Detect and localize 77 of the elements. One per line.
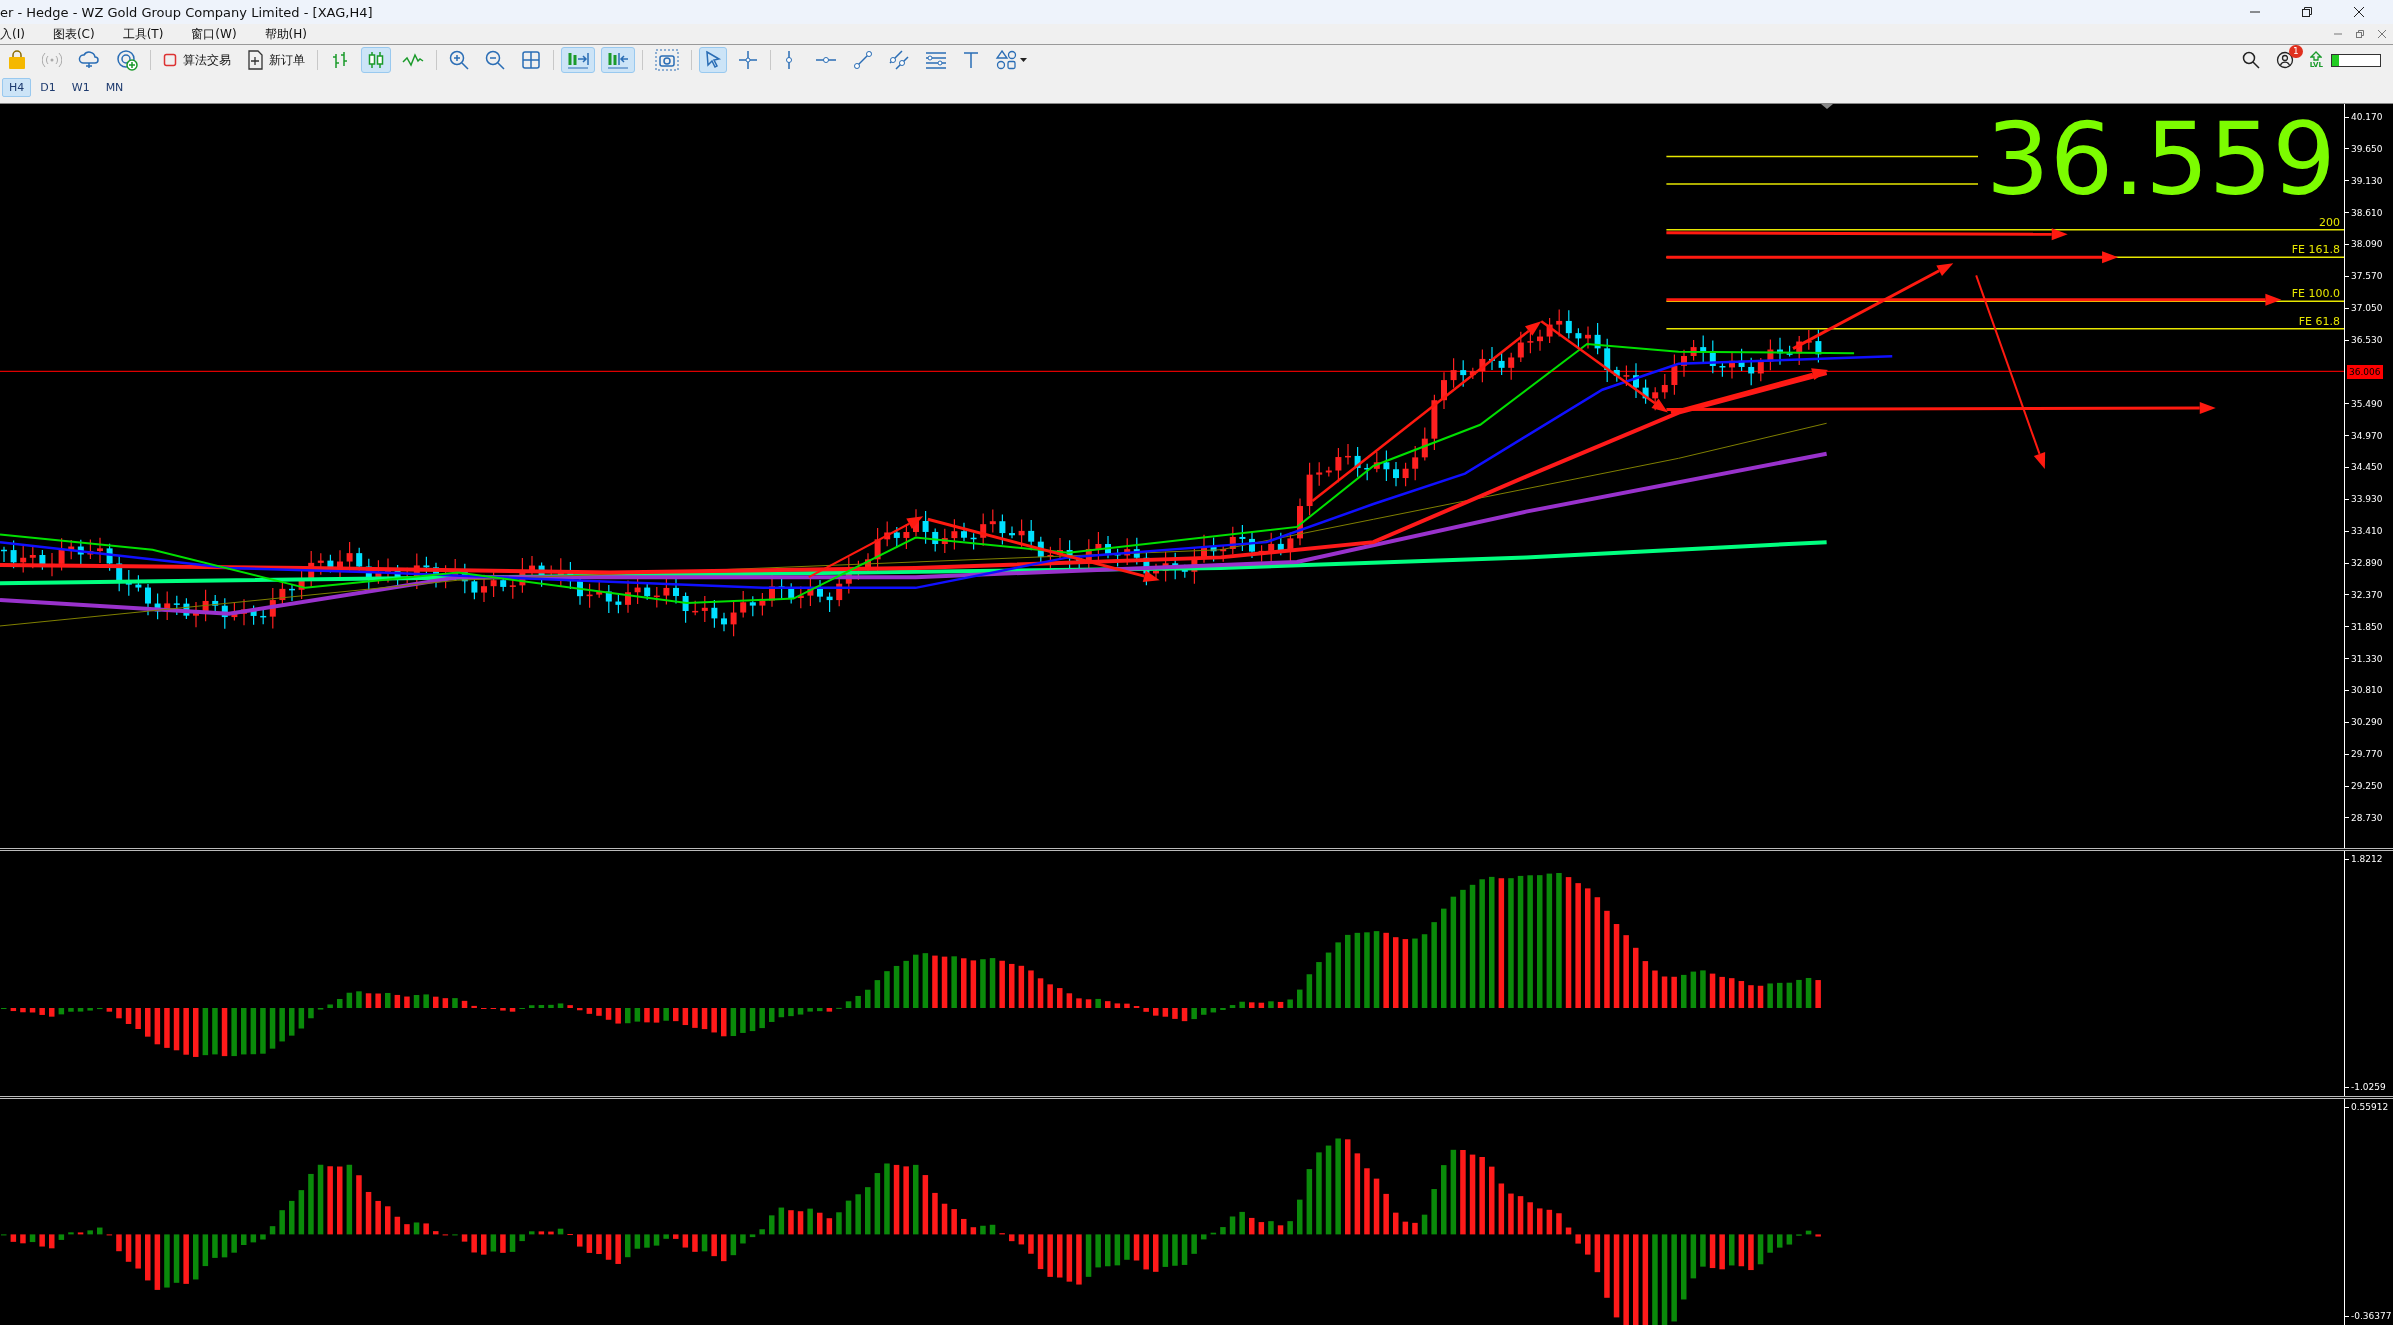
restore-icon[interactable]	[2301, 6, 2313, 18]
macd-axis-label: 1.8212	[2345, 852, 2393, 866]
price-axis-label: 30.290	[2345, 715, 2393, 730]
stop-square-icon	[163, 53, 177, 67]
price-axis-label: 37.050	[2345, 301, 2393, 316]
algo-trading-button[interactable]: 算法交易	[158, 47, 236, 73]
up-arrow-icon	[2310, 51, 2323, 61]
current-price-label: 36.006	[2347, 364, 2383, 379]
price-axis-label: 36.530	[2345, 333, 2393, 347]
price-axis-label: 33.930	[2345, 492, 2393, 507]
oscillator-axis-label: 0.55912	[2345, 1100, 2393, 1114]
close-icon[interactable]	[2353, 6, 2365, 18]
price-axis-label: 38.090	[2345, 237, 2393, 252]
horizontal-line-icon	[815, 54, 837, 66]
price-axis-label: 32.890	[2345, 556, 2393, 571]
bar-chart-icon	[330, 50, 350, 70]
timeframe-tab[interactable]: W1	[64, 77, 97, 97]
notification-badge: 1	[2288, 45, 2303, 58]
text-tool-icon	[963, 51, 979, 69]
menu-item[interactable]: 工具(T)	[122, 25, 164, 43]
line-chart-icon	[402, 52, 424, 68]
autoscroll-icon	[566, 50, 590, 70]
fib-level-label: 200	[2319, 215, 2340, 229]
price-axis-label: 40.170	[2345, 110, 2393, 124]
camera-icon	[655, 49, 679, 71]
price-axis-label: 29.250	[2345, 779, 2393, 794]
toolbar-button[interactable]	[561, 47, 595, 73]
new-document-icon	[247, 50, 263, 70]
crosshair-icon	[738, 50, 758, 70]
macd-axis-label: -1.0259	[2345, 1080, 2393, 1094]
price-axis-label: 28.730	[2345, 810, 2393, 825]
channel-icon	[889, 50, 909, 70]
candlestick-icon	[366, 50, 386, 70]
price-axis-label: 34.450	[2345, 460, 2393, 475]
timeframe-tab[interactable]: H4	[2, 77, 32, 97]
toolbar-button[interactable]	[361, 47, 391, 73]
menu-item[interactable]: 帮助(H)	[264, 25, 307, 43]
radar-add-icon	[116, 49, 138, 71]
account-icon[interactable]	[2275, 51, 2294, 69]
window-title: er - Hedge - WZ Gold Group Company Limited - [XAG,H4]	[0, 4, 373, 20]
new-order-button[interactable]: 新订单	[242, 47, 310, 73]
toolbar-button[interactable]	[601, 47, 635, 73]
timeframe-tab[interactable]: D1	[33, 77, 63, 97]
price-axis-label: 31.330	[2345, 651, 2393, 666]
toolbar-button[interactable]	[699, 47, 727, 73]
fib-level-label: FE 100.0	[2291, 287, 2340, 301]
price-axis-label: 37.570	[2345, 269, 2393, 284]
price-axis-label: 29.770	[2345, 747, 2393, 762]
vertical-line-icon	[783, 50, 795, 70]
search-icon[interactable]	[2241, 51, 2260, 69]
cursor-icon	[704, 50, 722, 70]
menu-item[interactable]: 窗口(W)	[191, 25, 237, 43]
zoom-in-icon	[449, 50, 469, 70]
menu-item[interactable]: 图表(C)	[52, 25, 95, 43]
trendline-icon	[853, 50, 873, 70]
fib-level-label: FE 161.8	[2291, 243, 2340, 257]
fibonacci-lines-icon	[925, 51, 947, 69]
zoom-out-icon	[485, 50, 505, 70]
price-axis-label: 33.410	[2345, 524, 2393, 539]
price-axis-label: 39.130	[2345, 173, 2393, 188]
oscillator-axis-label: -0.36377	[2345, 1309, 2393, 1323]
price-axis-label: 34.970	[2345, 428, 2393, 443]
fib-level-label: FE 61.8	[2298, 314, 2340, 328]
grid-icon	[521, 50, 541, 70]
chart-shift-icon	[606, 50, 630, 70]
cloud-icon	[78, 51, 100, 69]
price-axis-label: 31.850	[2345, 619, 2393, 634]
price-axis-label: 35.490	[2345, 396, 2393, 411]
timeframe-tab[interactable]: MN	[98, 77, 131, 97]
price-axis-label: 39.650	[2345, 141, 2393, 156]
price-axis-label: 38.610	[2345, 205, 2393, 220]
shopping-bag-icon	[8, 50, 26, 70]
signal-icon	[42, 52, 62, 68]
price-axis-label: 30.810	[2345, 683, 2393, 698]
menu-item[interactable]: 入(I)	[0, 25, 25, 43]
shapes-icon	[995, 50, 1029, 70]
price-axis-label: 32.370	[2345, 587, 2393, 602]
